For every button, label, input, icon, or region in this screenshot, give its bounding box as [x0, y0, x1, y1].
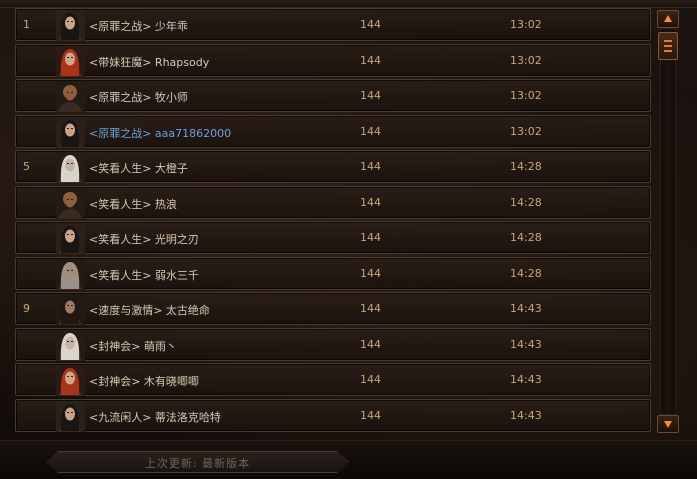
clear-time: 13:02 — [510, 18, 542, 31]
female-white-hair-icon — [56, 152, 85, 183]
player-name[interactable]: <封神会> 木有晓唧唧 — [89, 373, 199, 389]
male-grey-hair-icon — [56, 259, 85, 290]
female-dark-hair-icon — [56, 223, 85, 254]
leaderboard-panel: 1 <原罪之战> 少年乖 144 13:02 <带妹狂魔> Rhapsody 144 13:… — [0, 0, 697, 479]
player-name[interactable]: <带妹狂魔> Rhapsody — [89, 54, 209, 70]
female-dark-hair-icon — [56, 401, 85, 432]
female-red-hair-icon — [56, 365, 85, 396]
male-dark-hair-icon — [56, 294, 85, 325]
female-dark-hair-icon — [56, 117, 85, 148]
player-name[interactable]: <封神会> 萌雨丶 — [89, 338, 177, 354]
player-name[interactable]: <九流闲人> 蒂法洛克哈特 — [89, 409, 221, 425]
greater-rift-level: 144 — [360, 373, 381, 386]
male-bald-icon — [56, 81, 85, 112]
rank-number: 1 — [23, 18, 30, 31]
clear-time: 14:43 — [510, 302, 542, 315]
female-dark-hair-icon — [56, 10, 85, 41]
player-name[interactable]: <原罪之战> 少年乖 — [89, 18, 188, 34]
leaderboard-list: 1 <原罪之战> 少年乖 144 13:02 <带妹狂魔> Rhapsody 144 13:… — [15, 8, 651, 435]
leaderboard-row[interactable]: <封神会> 萌雨丶 144 14:43 — [15, 328, 651, 361]
clear-time: 13:02 — [510, 89, 542, 102]
leaderboard-row[interactable]: <原罪之战> aaa71862000 144 13:02 — [15, 115, 651, 148]
leaderboard-row[interactable]: 1 <原罪之战> 少年乖 144 13:02 — [15, 8, 651, 41]
leaderboard-row[interactable]: <带妹狂魔> Rhapsody 144 13:02 — [15, 44, 651, 77]
clear-time: 14:43 — [510, 409, 542, 422]
clear-time: 14:43 — [510, 338, 542, 351]
clear-time: 14:43 — [510, 373, 542, 386]
leaderboard-row[interactable]: <封神会> 木有晓唧唧 144 14:43 — [15, 363, 651, 396]
clear-time: 13:02 — [510, 125, 542, 138]
player-name[interactable]: <笑看人生> 大橙子 — [89, 160, 188, 176]
greater-rift-level: 144 — [360, 338, 381, 351]
scroll-down-button[interactable] — [657, 415, 679, 433]
clear-time: 14:28 — [510, 160, 542, 173]
female-red-hair-icon — [56, 46, 85, 77]
greater-rift-level: 144 — [360, 89, 381, 102]
scroll-thumb[interactable] — [658, 32, 678, 60]
rank-number: 5 — [23, 160, 30, 173]
greater-rift-level: 144 — [360, 409, 381, 422]
male-bald-icon — [56, 188, 85, 219]
scroll-track[interactable] — [660, 28, 676, 415]
clear-time: 13:02 — [510, 54, 542, 67]
leaderboard-row[interactable]: <笑看人生> 弱水三千 144 14:28 — [15, 257, 651, 290]
rank-number: 9 — [23, 302, 30, 315]
greater-rift-level: 144 — [360, 160, 381, 173]
arrow-down-icon — [664, 421, 672, 428]
player-name[interactable]: <笑看人生> 光明之刃 — [89, 231, 199, 247]
player-name[interactable]: <笑看人生> 弱水三千 — [89, 267, 199, 283]
leaderboard-row[interactable]: <笑看人生> 热浪 144 14:28 — [15, 186, 651, 219]
greater-rift-level: 144 — [360, 267, 381, 280]
greater-rift-level: 144 — [360, 18, 381, 31]
clear-time: 14:28 — [510, 231, 542, 244]
leaderboard-row[interactable]: 9 <速度与激情> 太古绝命 144 14:43 — [15, 292, 651, 325]
greater-rift-level: 144 — [360, 231, 381, 244]
player-name[interactable]: <原罪之战> aaa71862000 — [89, 125, 231, 141]
greater-rift-level: 144 — [360, 125, 381, 138]
leaderboard-row[interactable]: <九流闲人> 蒂法洛克哈特 144 14:43 — [15, 399, 651, 432]
female-white-hair-icon — [56, 330, 85, 361]
last-updated-text: 上次更新: 最新版本 — [144, 457, 251, 470]
player-name[interactable]: <速度与激情> 太古绝命 — [89, 302, 210, 318]
leaderboard-row[interactable]: 5 <笑看人生> 大橙子 144 14:28 — [15, 150, 651, 183]
clear-time: 14:28 — [510, 196, 542, 209]
player-name[interactable]: <笑看人生> 热浪 — [89, 196, 177, 212]
scrollbar[interactable] — [656, 8, 680, 435]
column-header-strip — [0, 0, 697, 8]
arrow-up-icon — [664, 15, 672, 22]
scroll-up-button[interactable] — [657, 10, 679, 28]
greater-rift-level: 144 — [360, 54, 381, 67]
clear-time: 14:28 — [510, 267, 542, 280]
leaderboard-row[interactable]: <原罪之战> 牧小师 144 13:02 — [15, 79, 651, 112]
greater-rift-level: 144 — [360, 196, 381, 209]
player-name[interactable]: <原罪之战> 牧小师 — [89, 89, 188, 105]
leaderboard-row[interactable]: <笑看人生> 光明之刃 144 14:28 — [15, 221, 651, 254]
greater-rift-level: 144 — [360, 302, 381, 315]
